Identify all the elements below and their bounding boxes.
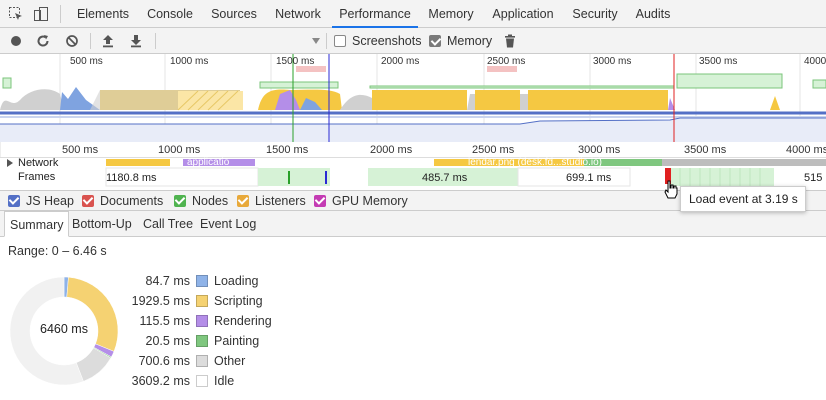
other-swatch [196, 355, 208, 367]
tab-elements[interactable]: Elements [70, 0, 136, 28]
tab-event-log[interactable]: Event Log [195, 211, 261, 237]
summary-total: 6460 ms [40, 322, 88, 336]
nodes-label: Nodes [192, 194, 229, 208]
tab-network[interactable]: Network [266, 0, 330, 28]
trash-icon[interactable] [502, 33, 518, 49]
summary-category: Loading [214, 274, 259, 288]
summary-value: 84.7 ms [145, 274, 190, 288]
summary-value: 20.5 ms [145, 334, 190, 348]
summary-value: 1929.5 ms [131, 294, 190, 308]
js-heap-checkbox[interactable] [8, 195, 20, 207]
idle-swatch [196, 375, 208, 387]
tab-audits[interactable]: Audits [628, 0, 678, 28]
timeline-ruler-tick: 1000 ms [158, 144, 201, 156]
memory-label: Memory [447, 34, 493, 48]
documents-label: Documents [100, 194, 164, 208]
overview-ruler-tick: 1500 ms [276, 56, 315, 67]
overview-ruler-tick: 500 ms [70, 56, 103, 67]
clear-icon[interactable] [64, 33, 80, 49]
toolbar-separator [90, 33, 91, 49]
summary-category: Other [214, 354, 246, 368]
overview-ruler-tick: 1000 ms [170, 56, 209, 67]
summary-category: Scripting [214, 294, 263, 308]
timeline-overview[interactable]: 500 ms 1000 ms 1500 ms 2000 ms 2500 ms 3… [0, 54, 826, 142]
rendering-swatch [196, 315, 208, 327]
devtools-tab-bar: Elements Console Sources Network Perform… [0, 0, 826, 28]
frame-duration: 1180.8 ms [106, 172, 157, 184]
timeline-ruler: 500 ms 1000 ms 1500 ms 2000 ms 2500 ms 3… [0, 142, 826, 158]
overview-ruler-tick: 3500 ms [699, 56, 738, 67]
gpu-memory-checkbox[interactable] [314, 195, 326, 207]
overview-ruler-tick: 2000 ms [381, 56, 420, 67]
tab-memory[interactable]: Memory [420, 0, 482, 28]
range-label: Range: 0 – 6.46 s [8, 244, 107, 258]
timeline-ruler-tick: 3000 ms [578, 144, 621, 156]
toolbar-separator [326, 33, 327, 49]
dropdown-arrow-icon [312, 38, 320, 44]
summary-category: Idle [214, 374, 235, 388]
timeline-ruler-tick: 2000 ms [370, 144, 413, 156]
frame-duration: 485.7 ms [422, 172, 468, 184]
js-heap-label: JS Heap [26, 194, 74, 208]
summary-value: 3609.2 ms [131, 374, 190, 388]
loading-swatch [196, 275, 208, 287]
record-icon[interactable] [8, 33, 24, 49]
timeline-ruler-tick: 3500 ms [684, 144, 727, 156]
network-track-label: Network [18, 157, 59, 169]
load-profile-icon[interactable] [100, 33, 116, 49]
tab-call-tree[interactable]: Call Tree [138, 211, 198, 237]
memory-checkbox[interactable] [429, 35, 441, 47]
documents-checkbox[interactable] [82, 195, 94, 207]
timeline-ruler-tick: 1500 ms [266, 144, 309, 156]
scripting-swatch [196, 295, 208, 307]
screenshots-label: Screenshots [352, 34, 422, 48]
tab-bottom-up[interactable]: Bottom-Up [67, 211, 137, 237]
tab-separator [60, 5, 61, 23]
reload-icon[interactable] [35, 33, 51, 49]
tab-summary[interactable]: Summary [4, 211, 70, 237]
details-tab-bar: Summary Bottom-Up Call Tree Event Log [0, 210, 826, 237]
summary-category: Rendering [214, 314, 272, 328]
overview-ruler-tick: 2500 ms [487, 56, 526, 67]
tab-performance[interactable]: Performance [332, 0, 418, 28]
profile-select[interactable] [160, 32, 322, 50]
listeners-label: Listeners [255, 194, 306, 208]
gpu-memory-label: GPU Memory [332, 194, 408, 208]
frame-duration: 699.1 ms [566, 172, 612, 184]
load-event-tooltip: Load event at 3.19 s [680, 186, 806, 212]
painting-swatch [196, 335, 208, 347]
timeline-ruler-tick: 500 ms [62, 144, 99, 156]
frame-duration: 515 [804, 172, 823, 184]
summary-value: 700.6 ms [138, 354, 190, 368]
overview-graph [0, 54, 826, 142]
tab-application[interactable]: Application [484, 0, 562, 28]
timeline-ruler-tick: 4000 ms [786, 144, 826, 156]
hand-cursor-icon [664, 180, 678, 199]
summary-panel: Range: 0 – 6.46 s 6460 ms 84.7 ms Loadin… [0, 237, 826, 400]
summary-value: 115.5 ms [139, 314, 191, 328]
device-toolbar-icon[interactable] [33, 6, 49, 22]
frames-track-label: Frames [18, 171, 56, 183]
toolbar-separator [155, 33, 156, 49]
tab-console[interactable]: Console [138, 0, 202, 28]
nodes-checkbox[interactable] [174, 195, 186, 207]
network-request-label: lendar.png (desk.fd...studio.io) [468, 157, 602, 168]
overview-ruler-tick: 4000 [804, 56, 826, 67]
screenshots-checkbox[interactable] [334, 35, 346, 47]
network-request-label: applicatio [187, 157, 230, 168]
network-expand-icon[interactable] [6, 159, 14, 167]
performance-toolbar: Screenshots Memory [0, 28, 826, 54]
timeline-ruler-tick: 2500 ms [472, 144, 515, 156]
tab-security[interactable]: Security [564, 0, 626, 28]
inspect-element-icon[interactable] [8, 6, 24, 22]
summary-category: Painting [214, 334, 260, 348]
tab-sources[interactable]: Sources [204, 0, 264, 28]
save-profile-icon[interactable] [128, 33, 144, 49]
overview-ruler-tick: 3000 ms [593, 56, 632, 67]
listeners-checkbox[interactable] [237, 195, 249, 207]
